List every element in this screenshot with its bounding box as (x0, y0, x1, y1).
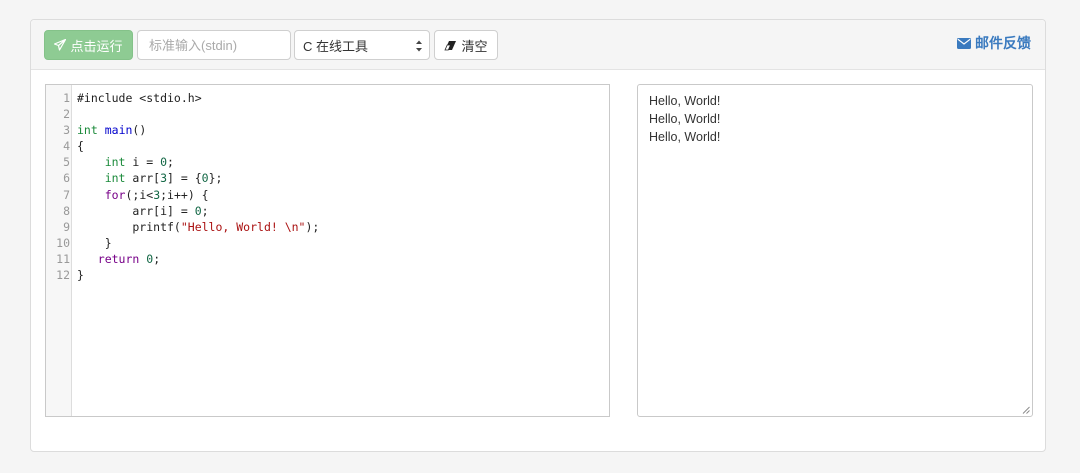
code-line[interactable]: 6 int arr[3] = {0}; (46, 170, 609, 186)
code-token: return (97, 251, 140, 266)
output-panel[interactable]: Hello, World! Hello, World! Hello, World! (637, 84, 1033, 417)
code-line[interactable]: 2 (46, 106, 609, 122)
line-number: 1 (63, 91, 70, 105)
line-number: 5 (63, 155, 70, 170)
toolbar: 点击运行 C 在线工具 清空 邮件反馈 (31, 20, 1045, 70)
code-line[interactable]: 3 int main() (46, 122, 609, 138)
code-line[interactable]: 1 #include <stdio.h> (46, 90, 609, 106)
line-number: 6 (63, 171, 70, 186)
line-number: 7 (63, 187, 70, 202)
code-line[interactable]: 7 for(;i<3;i++) { (46, 187, 609, 203)
code-token: } (77, 235, 112, 250)
line-number: 12 (56, 268, 70, 283)
code-token: } (77, 268, 84, 283)
code-token: 0 (160, 155, 168, 170)
output-lines: Hello, World! Hello, World! Hello, World! (649, 92, 1021, 146)
code-token: "Hello, World! \n" (180, 219, 306, 234)
line-number: 3 (63, 123, 70, 138)
code-token: ; (167, 155, 174, 170)
language-select-value: C 在线工具 (303, 38, 369, 54)
code-line[interactable]: 5 int i = 0; (46, 154, 609, 170)
code-token: ;i++) { (160, 187, 209, 202)
line-number: 9 (63, 219, 70, 234)
code-line[interactable]: 11 return 0; (46, 251, 609, 267)
code-text: int main() (70, 122, 146, 138)
run-button[interactable]: 点击运行 (44, 30, 133, 60)
code-editor[interactable]: 1 #include <stdio.h> 2 3 int main() 4{5 int i… (45, 84, 610, 417)
runner-panel: 点击运行 C 在线工具 清空 邮件反馈 1#incl (30, 19, 1046, 452)
code-token: arr[ (125, 171, 161, 186)
code-lines[interactable]: 1 #include <stdio.h> 2 3 int main() 4{5 int i… (46, 90, 609, 283)
code-token: ); (305, 219, 320, 234)
code-token: (;i< (125, 187, 154, 202)
eraser-icon (444, 40, 457, 50)
code-token: int (104, 171, 126, 186)
language-select[interactable]: C 在线工具 (294, 30, 430, 60)
code-line[interactable]: 8 arr[i] = 0; (46, 203, 609, 219)
select-arrows-icon (416, 40, 422, 52)
code-token: { (77, 139, 84, 154)
resize-grip-icon[interactable] (1022, 406, 1030, 414)
code-token: arr[i] = (77, 203, 195, 218)
line-number: 8 (63, 203, 70, 218)
code-token: }; (208, 171, 223, 186)
code-text: int arr[3] = {0}; (70, 170, 223, 186)
email-feedback-label: 邮件反馈 (975, 35, 1031, 51)
code-text: for(;i<3;i++) { (70, 187, 209, 203)
output-line: Hello, World! (649, 94, 721, 108)
code-token: ; (201, 203, 209, 218)
line-number: 2 (63, 107, 70, 122)
code-token: ] = { (167, 171, 202, 186)
code-text: } (70, 235, 112, 251)
code-token: 0 (194, 203, 202, 218)
email-feedback-link[interactable]: 邮件反馈 (957, 33, 1031, 53)
code-token: #include <stdio.h> (77, 91, 202, 105)
code-token: main (104, 123, 133, 138)
stdin-input[interactable] (137, 30, 291, 60)
clear-button[interactable]: 清空 (434, 30, 498, 60)
output-line: Hello, World! (649, 130, 721, 144)
code-text: } (70, 267, 84, 283)
code-token: for (104, 187, 126, 202)
code-token: printf( (77, 219, 181, 234)
code-token: int (77, 123, 98, 138)
code-line[interactable]: 4{ (46, 138, 609, 154)
code-text: { (70, 138, 84, 154)
code-line[interactable]: 9 printf("Hello, World! \n"); (46, 219, 609, 235)
output-line: Hello, World! (649, 112, 721, 126)
code-text: arr[i] = 0; (70, 203, 209, 219)
code-token: i = (125, 155, 161, 170)
code-text: int i = 0; (70, 154, 174, 170)
code-line[interactable]: 12} (46, 267, 609, 283)
line-number: 10 (56, 235, 70, 250)
code-text: printf("Hello, World! \n"); (70, 219, 319, 235)
code-token: 0 (201, 171, 209, 186)
paper-plane-icon (54, 39, 67, 51)
code-line[interactable]: 10 } (46, 235, 609, 251)
code-token: () (132, 123, 147, 138)
clear-button-label: 清空 (461, 38, 488, 54)
line-number: 11 (56, 251, 70, 266)
run-button-label: 点击运行 (70, 38, 123, 54)
code-token: 3 (160, 171, 168, 186)
envelope-icon (957, 37, 971, 49)
code-token: ; (153, 251, 161, 266)
code-token: int (104, 155, 126, 170)
code-text: return 0; (70, 251, 160, 267)
line-number: 4 (63, 139, 70, 154)
code-text: #include <stdio.h> (70, 90, 202, 106)
